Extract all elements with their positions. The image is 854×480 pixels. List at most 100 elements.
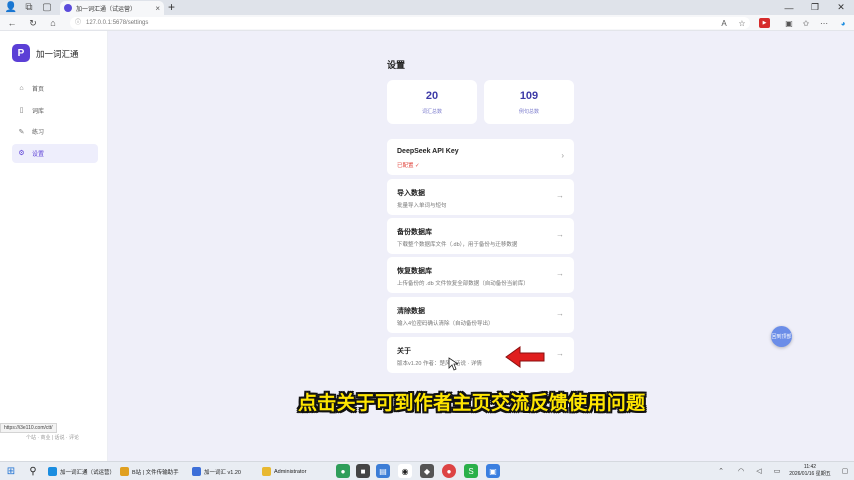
pinned-app-3-icon[interactable]: ▤ [376, 464, 390, 478]
card-title: 备份数据库 [397, 229, 432, 236]
card-description: 已配置 ✓ [397, 163, 420, 169]
notifications-icon[interactable]: ▢ [838, 464, 852, 478]
pencil-icon: ✎ [18, 128, 25, 136]
favorites-icon[interactable]: ✩ [800, 17, 812, 29]
tab-actions-icon[interactable]: ▢ [40, 1, 54, 15]
favorite-star-icon[interactable]: ☆ [736, 17, 748, 29]
taskbar-app-chrome[interactable]: B站 | 文件传输助手 [120, 464, 186, 479]
url-text: 127.0.0.1:5678/settings [86, 20, 149, 26]
card-title: DeepSeek API Key [397, 148, 459, 155]
split-screen-icon[interactable]: ▣ [783, 17, 795, 29]
close-window-button[interactable]: ✕ [828, 0, 854, 15]
card-description: 下载整个数据库文件（.db），用于备份与迁移数据 [397, 242, 518, 248]
pinned-app-1-icon[interactable]: ● [336, 464, 350, 478]
book-icon: ▯ [19, 107, 24, 114]
status-bar-url: https://i3e110.com/ctt/ [0, 423, 57, 433]
new-tab-button[interactable]: + [168, 0, 175, 15]
search-icon[interactable]: ⚲ [26, 464, 40, 478]
taskbar-app-editor[interactable]: 加一词汇 v1.20 [192, 464, 256, 479]
read-aloud-icon[interactable]: A [718, 17, 730, 29]
stat-card-words: 20 词汇总数 [387, 80, 477, 124]
taskbar-app-label: Administrator [274, 468, 307, 475]
sidebar-item-wordbank[interactable]: ▯ 词库 [12, 101, 98, 120]
arrow-right-icon: → [556, 349, 564, 358]
url-input[interactable]: ⓘ 127.0.0.1:5678/settings [70, 17, 750, 29]
address-bar-row: ← ↻ ⌂ ⓘ 127.0.0.1:5678/settings A ☆ ▶ ▣ … [0, 15, 854, 31]
tray-overflow-icon[interactable]: ⌃ [714, 464, 728, 478]
sidebar-item-label: 首页 [32, 87, 45, 93]
sidebar-item-practice[interactable]: ✎ 练习 [12, 122, 98, 141]
wifi-icon[interactable]: ◠ [734, 464, 748, 478]
sidebar-item-settings[interactable]: ⚙ 设置 [12, 143, 98, 163]
card-title: 导入数据 [397, 190, 425, 197]
mouse-cursor-icon [448, 357, 458, 371]
sidebar-item-label: 设置 [32, 151, 45, 158]
pinned-app-5-icon[interactable]: ◆ [420, 464, 434, 478]
home-browser-icon[interactable]: ⌂ [47, 17, 59, 29]
floating-action-button[interactable]: 回到顶部 [771, 326, 792, 347]
pinned-app-6-icon[interactable]: ● [442, 464, 456, 478]
info-icon[interactable]: ⓘ [75, 17, 81, 29]
taskbar-app-explorer[interactable]: Administrator [262, 464, 328, 479]
youtube-extension-icon[interactable]: ▶ [759, 18, 770, 28]
arrow-right-icon: → [556, 230, 564, 239]
chrome-icon [120, 467, 129, 476]
card-description: 版本v1.20 作者：楚风 | 话说 · 详情 [397, 361, 482, 367]
maximize-button[interactable]: ❐ [802, 0, 828, 15]
tab-favicon-icon [64, 4, 72, 12]
card-title: 恢复数据库 [397, 268, 432, 275]
sidebar-item-label: 词库 [32, 108, 45, 115]
profile-icon[interactable]: 👤 [4, 1, 18, 15]
battery-icon[interactable]: ▭ [770, 464, 784, 478]
page-title: 设置 [387, 60, 406, 70]
stat-label: 词汇总数 [421, 109, 442, 115]
taskbar-app-label: B站 | 文件传输助手 [132, 469, 179, 476]
editor-icon [192, 467, 201, 476]
pinned-app-8-icon[interactable]: ▣ [486, 464, 500, 478]
card-description: 输入4位密码确认清除（自动备份导出） [397, 321, 494, 327]
sidebar-item-label: 练习 [32, 130, 45, 136]
settings-card-backup[interactable]: 备份数据库 下载整个数据库文件（.db），用于备份与迁移数据 → [387, 218, 574, 254]
stat-value: 20 [425, 90, 439, 102]
home-icon: ⌂ [19, 85, 24, 92]
settings-card-clear[interactable]: 清除数据 输入4位密码确认清除（自动备份导出） → [387, 297, 574, 333]
settings-card-restore[interactable]: 恢复数据库 上传备份的 .db 文件恢复全部数据（自动备份当前库） → [387, 257, 574, 293]
sidebar: P 加一词汇通 ⌂ 首页 ▯ 词库 ✎ 练习 ⚙ 设置 个站 · 商业 | 话说… [0, 31, 108, 461]
pinned-app-7-icon[interactable]: S [464, 464, 478, 478]
folder-icon [262, 467, 271, 476]
system-clock[interactable]: 11:42 2026/01/16 星期五 [786, 464, 834, 478]
taskbar: ⊞ ⚲ 加一词汇通（试运营） B站 | 文件传输助手 加一词汇 v1.20 Ad… [0, 461, 854, 480]
minimize-button[interactable]: — [776, 0, 802, 15]
annotation-arrow-icon [505, 346, 545, 368]
volume-icon[interactable]: ◁ [752, 464, 766, 478]
back-icon[interactable]: ← [6, 17, 18, 29]
collections-icon[interactable]: ⧉ [22, 1, 36, 15]
edge-icon [48, 467, 57, 476]
windows-start-icon[interactable]: ⊞ [4, 464, 18, 478]
stat-label: 例句总数 [518, 109, 539, 115]
refresh-icon[interactable]: ↻ [27, 17, 39, 29]
tab-close-icon[interactable]: × [155, 4, 160, 13]
more-icon[interactable]: ⋯ [818, 17, 830, 29]
panda-icon[interactable]: ◉ [398, 464, 412, 478]
card-title: 清除数据 [397, 308, 425, 315]
taskbar-app-edge[interactable]: 加一词汇通（试运营） [48, 464, 115, 479]
gear-icon: ⚙ [18, 150, 25, 157]
sidebar-item-home[interactable]: ⌂ 首页 [12, 79, 98, 98]
stat-value: 109 [519, 90, 539, 102]
arrow-right-icon: → [556, 191, 564, 200]
browser-tab[interactable]: 加一词汇通（试运营） × [60, 1, 164, 15]
settings-card-import[interactable]: 导入数据 批量导入单词与短句 → [387, 179, 574, 215]
copilot-icon[interactable]: ◕ [837, 17, 849, 29]
arrow-right-icon: → [556, 309, 564, 318]
pinned-app-2-icon[interactable]: ■ [356, 464, 370, 478]
clock-date: 2026/01/16 星期五 [789, 471, 831, 477]
app-name: 加一词汇通 [36, 49, 79, 59]
chevron-right-icon: › [561, 151, 564, 160]
arrow-right-icon: → [556, 269, 564, 278]
card-description: 上传备份的 .db 文件恢复全部数据（自动备份当前库） [397, 281, 529, 287]
card-title: 关于 [397, 348, 411, 355]
settings-card-api-key[interactable]: DeepSeek API Key 已配置 ✓ › [387, 139, 574, 175]
clock-time: 11:42 [803, 464, 817, 470]
taskbar-app-label: 加一词汇 v1.20 [204, 469, 241, 476]
